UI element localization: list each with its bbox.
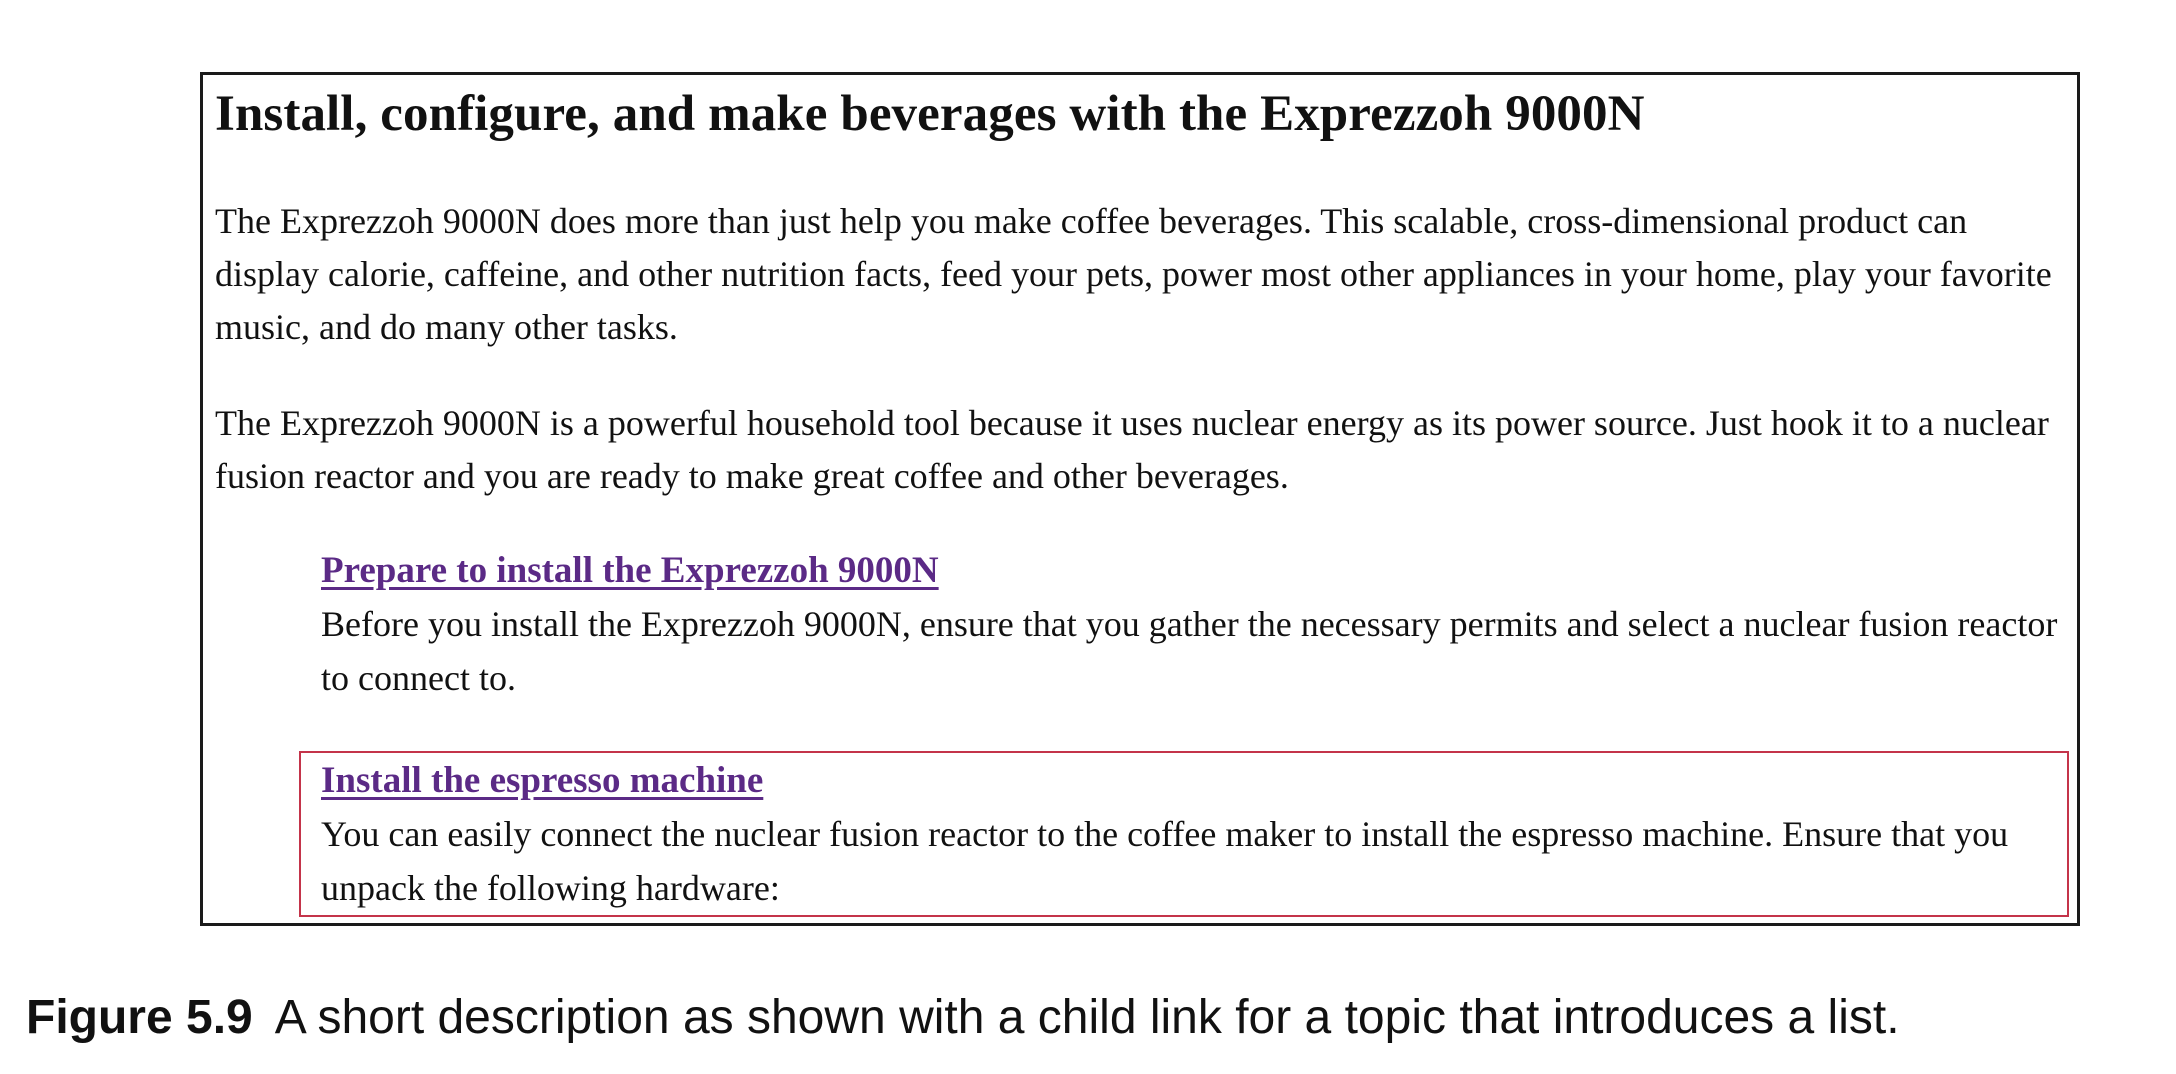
topic-paragraph-1: The Exprezzoh 9000N does more than just … [215, 201, 2052, 347]
figure-caption-text: A short description as shown with a chil… [274, 991, 1900, 1044]
highlighted-child-link-box: Install the espresso machine You can eas… [299, 751, 2069, 917]
child-link-install-espresso-machine[interactable]: Install the espresso machine [321, 755, 763, 807]
figure-caption-label: Figure 5.9 [26, 991, 253, 1044]
topic-paragraph-2: The Exprezzoh 9000N is a powerful househ… [215, 403, 2049, 496]
child-link-description-prepare: Before you install the Exprezzoh 9000N, … [321, 604, 2058, 698]
child-link-prepare-to-install[interactable]: Prepare to install the Exprezzoh 9000N [321, 545, 939, 597]
child-link-description-install: You can easily connect the nuclear fusio… [321, 814, 2009, 908]
figure-screenshot-frame: Install, configure, and make beverages w… [200, 72, 2080, 926]
child-link-item-prepare: Prepare to install the Exprezzoh 9000N B… [321, 545, 2063, 705]
figure-caption: Figure 5.9 A short description as shown w… [26, 990, 1900, 1045]
topic-title: Install, configure, and make beverages w… [215, 86, 1645, 142]
child-link-item-install: Install the espresso machine You can eas… [321, 755, 2057, 915]
